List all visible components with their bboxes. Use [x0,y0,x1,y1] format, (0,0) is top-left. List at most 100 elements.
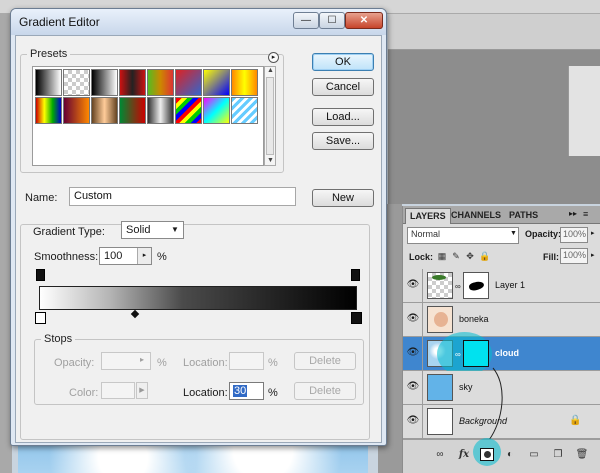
app-workspace [388,14,600,204]
trash-icon[interactable]: 🗑 [575,449,589,461]
ok-button[interactable]: OK [312,53,374,71]
opacity-location-percent: % [268,357,278,369]
opacity-slider-icon[interactable]: ▸ [591,229,595,237]
swatch-black-white[interactable] [91,69,118,96]
save-button[interactable]: Save... [312,132,374,150]
lock-icon: 🔒 [569,415,582,426]
maximize-button[interactable]: ☐ [319,12,345,29]
panel-menu-icon[interactable]: ≡ [583,209,588,219]
blend-mode-select[interactable]: Normal [407,227,519,244]
presets-scrollbar[interactable]: ▲ ▼ [264,66,276,166]
layers-panel: LAYERS CHANNELS PATHS ▸▸ ≡ Normal ▼ Opac… [402,206,600,473]
name-field[interactable]: Custom [69,187,296,206]
layer-thumbnail [427,306,453,333]
link-icon[interactable]: ∞ [433,449,447,461]
presets-menu-icon[interactable]: ▸ [268,52,279,63]
layer-opacity-field[interactable]: 100% [560,227,588,243]
minimize-button[interactable]: — [293,12,319,29]
chevron-down-icon[interactable]: ▼ [510,230,517,237]
color-location-label: Location: [183,387,228,399]
stops-label: Stops [44,333,73,345]
panel-tabs: LAYERS CHANNELS PATHS ▸▸ ≡ [403,206,600,224]
swatch-red[interactable] [119,69,146,96]
layer-row[interactable]: 👁 boneka [403,303,600,337]
swatch-spectrum[interactable] [35,97,62,124]
swatch-rainbow[interactable] [175,97,202,124]
layer-name: boneka [459,314,489,324]
color-location-field[interactable]: 30 [229,382,264,400]
opacity-stop-right[interactable] [351,269,360,281]
layer-mask-icon[interactable] [480,448,494,461]
presets-label: Presets [30,48,68,60]
eye-icon[interactable]: 👁 [406,314,420,324]
group-folder-icon[interactable]: ▭ [527,449,541,461]
new-layer-icon[interactable]: ❐ [551,449,565,461]
panel-collapse-icon[interactable]: ▸▸ [569,209,577,218]
dialog-titlebar[interactable]: Gradient Editor — ☐ ✕ [11,9,386,35]
link-icon[interactable]: ∞ [455,350,461,359]
preset-swatches [32,66,264,166]
swatch-orange-yellow[interactable] [231,69,258,96]
annotation-arrow [488,367,503,441]
delete-opacity-stop-button: Delete [294,352,356,370]
swatch-violet-orange[interactable] [147,69,174,96]
scroll-up-icon[interactable]: ▲ [266,67,275,75]
gradient-type-label: Gradient Type: [33,226,105,238]
stop-opacity-stepper-icon: ▸ [140,355,145,364]
lock-all-icon[interactable]: 🔒 [479,251,490,261]
color-stop-right[interactable] [351,312,362,324]
load-button[interactable]: Load... [312,108,374,126]
swatch-rainbow-transparent[interactable] [203,97,230,124]
lock-label: Lock: [409,252,434,262]
opacity-stop-left[interactable] [36,269,45,281]
fill-slider-icon[interactable]: ▸ [591,251,595,259]
fill-field[interactable]: 100% [560,248,588,264]
tab-channels[interactable]: CHANNELS [447,208,505,224]
layer-thumbnail [427,272,453,299]
new-button[interactable]: New [312,189,374,207]
lock-pixels-icon[interactable]: ✎ [451,251,461,261]
layer-name: Layer 1 [495,280,526,290]
tab-paths[interactable]: PATHS [505,208,542,224]
name-label: Name: [25,192,58,204]
fx-icon[interactable]: fx [457,449,471,461]
layer-mask-thumbnail[interactable] [463,340,489,367]
swatch-chrome[interactable] [147,97,174,124]
layer-mask-thumbnail[interactable] [463,272,489,299]
color-stop-left[interactable] [35,312,46,324]
layer-thumbnail [427,408,453,435]
lock-position-icon[interactable]: ✥ [465,251,475,261]
swatch-violet[interactable] [63,97,90,124]
swatch-blue-stripes[interactable] [231,97,258,124]
cancel-button[interactable]: Cancel [312,78,374,96]
stop-opacity-label: Opacity: [54,357,95,369]
close-button[interactable]: ✕ [345,12,383,29]
tab-layers[interactable]: LAYERS [405,208,451,224]
smoothness-percent: % [157,251,167,263]
swatch-foreground-background[interactable] [35,69,62,96]
swatch-copper[interactable] [91,97,118,124]
link-icon[interactable]: ∞ [455,282,461,291]
smoothness-stepper-icon[interactable]: ▸ [137,248,151,264]
scroll-thumb[interactable] [266,77,274,155]
eye-icon[interactable]: 👁 [406,348,420,358]
eye-icon[interactable]: 👁 [406,416,420,426]
gradient-preview-bar[interactable] [39,286,357,310]
swatch-blue-red[interactable] [175,69,202,96]
delete-color-stop-button: Delete [294,382,356,400]
scroll-down-icon[interactable]: ▼ [266,157,275,165]
swatch-yellow-blue[interactable] [203,69,230,96]
layer-thumbnail [427,374,453,401]
layers-bottom-bar: ∞ fx ◐ ▭ ❐ 🗑 [403,438,600,473]
fill-label: Fill: [543,252,559,262]
adjustment-layer-icon[interactable]: ◐ [503,449,517,461]
lock-transparency-icon[interactable]: ▦ [437,251,447,261]
chevron-down-icon[interactable]: ▼ [171,225,179,234]
dialog-title: Gradient Editor [19,15,100,29]
swatch-transparent[interactable] [63,69,90,96]
eye-icon[interactable]: 👁 [406,382,420,392]
color-location-percent: % [268,387,278,399]
layer-row[interactable]: 👁 ∞ Layer 1 [403,269,600,303]
eye-icon[interactable]: 👁 [406,280,420,290]
swatch-green-red[interactable] [119,97,146,124]
